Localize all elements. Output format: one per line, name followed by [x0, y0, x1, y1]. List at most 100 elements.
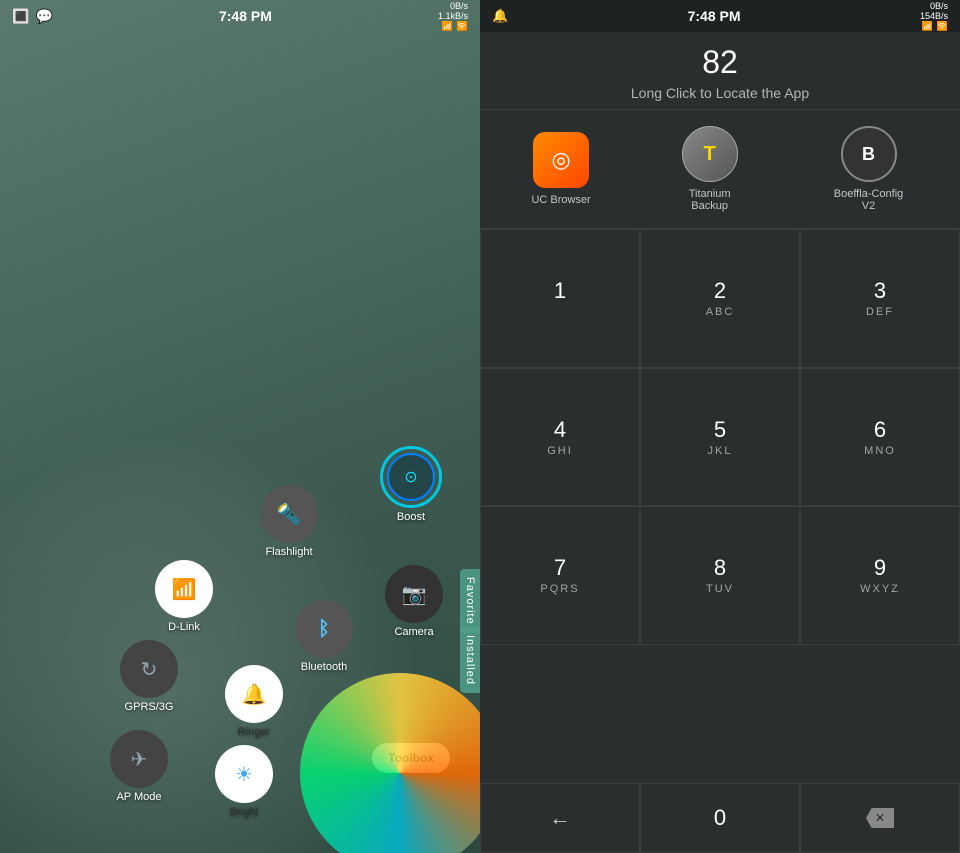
- dlink-label: D-Link: [168, 621, 200, 633]
- brightness-symbol: [235, 761, 253, 787]
- key-8-number: 8: [714, 555, 726, 581]
- ringer-symbol: [242, 681, 267, 707]
- boost-symbol: ⊙: [404, 467, 417, 487]
- dialpad-grid: 1 2 ABC 3 DEF 4 GHI 5 JKL 6 MNO: [480, 229, 960, 783]
- status-bar-left: 🔳 💬 7:48 PM 0B/s 1.1kB/s 📶 🛜: [0, 0, 480, 32]
- download-speed-left: 1.1kB/s: [438, 11, 468, 21]
- key-1-letters: [557, 306, 562, 318]
- tab-installed[interactable]: Installed: [460, 627, 480, 693]
- signal-right: 📶: [922, 21, 933, 32]
- uc-browser-icon: ◎: [533, 132, 589, 188]
- key-9[interactable]: 9 WXYZ: [800, 506, 960, 645]
- boost-label: Boost: [397, 511, 425, 523]
- key-8-letters: TUV: [706, 583, 734, 595]
- boeffla-icon: B: [841, 126, 897, 182]
- key-3[interactable]: 3 DEF: [800, 229, 960, 368]
- key-3-letters: DEF: [866, 306, 894, 318]
- menu-item-boost[interactable]: ⊙ Boost: [380, 446, 442, 523]
- flashlight-icon: [260, 485, 318, 543]
- key-1-number: 1: [554, 278, 566, 304]
- titanium-symbol: T: [704, 143, 716, 166]
- key-2[interactable]: 2 ABC: [640, 229, 800, 368]
- key-7-number: 7: [554, 555, 566, 581]
- uc-browser-label: UC Browser: [531, 194, 590, 206]
- camera-symbol: [402, 581, 427, 607]
- upload-speed-right: 0B/s: [930, 1, 948, 11]
- dialpad-section: 1 2 ABC 3 DEF 4 GHI 5 JKL 6 MNO: [480, 229, 960, 853]
- menu-item-bright[interactable]: Bright: [215, 745, 273, 818]
- ringer-icon: [225, 665, 283, 723]
- key-5[interactable]: 5 JKL: [640, 368, 800, 507]
- key-8[interactable]: 8 TUV: [640, 506, 800, 645]
- flashlight-symbol: [277, 501, 302, 527]
- bright-icon: [215, 745, 273, 803]
- time-left: 7:48 PM: [219, 8, 272, 24]
- key-2-number: 2: [714, 278, 726, 304]
- notification-icon: 🔔: [492, 8, 508, 24]
- key-0-number: 0: [714, 805, 726, 831]
- key-back[interactable]: ←: [480, 783, 640, 853]
- key-1[interactable]: 1: [480, 229, 640, 368]
- ringer-label: Ringer: [238, 726, 270, 738]
- key-6[interactable]: 6 MNO: [800, 368, 960, 507]
- key-4[interactable]: 4 GHI: [480, 368, 640, 507]
- key-7-letters: PQRS: [540, 583, 579, 595]
- app-titanium-backup[interactable]: T Titanium Backup: [670, 126, 750, 212]
- left-panel: 🔳 💬 7:48 PM 0B/s 1.1kB/s 📶 🛜 D-Link: [0, 0, 480, 853]
- back-arrow-icon: ←: [549, 805, 571, 831]
- apmode-label: AP Mode: [116, 791, 161, 803]
- key-4-number: 4: [554, 417, 566, 443]
- boeffla-label: Boeffla-Config V2: [829, 188, 909, 212]
- signal-icons-right: 📶 🛜: [922, 21, 948, 32]
- bluetooth-label: Bluetooth: [301, 661, 347, 673]
- key-0[interactable]: 0: [640, 783, 800, 853]
- bluetooth-icon: ᛒ: [295, 600, 353, 658]
- uc-symbol: ◎: [551, 147, 570, 173]
- key-7[interactable]: 7 PQRS: [480, 506, 640, 645]
- wifi-status-icon: 🛜: [457, 21, 468, 32]
- menu-item-bluetooth[interactable]: ᛒ Bluetooth: [295, 600, 353, 673]
- gprs-label: GPRS/3G: [125, 701, 174, 713]
- signal-icon: 📶: [442, 21, 453, 32]
- gprs-icon: ↻: [120, 640, 178, 698]
- app-uc-browser[interactable]: ◎ UC Browser: [531, 132, 590, 206]
- camera-label: Camera: [394, 626, 433, 638]
- key-2-letters: ABC: [706, 306, 735, 318]
- menu-item-camera[interactable]: Camera: [385, 565, 443, 638]
- app-boeffla[interactable]: B Boeffla-Config V2: [829, 126, 909, 212]
- menu-item-apmode[interactable]: AP Mode: [110, 730, 168, 803]
- signal-icons-left: 📶 🛜: [442, 21, 468, 32]
- right-panel: 🔔 7:48 PM 0B/s 154B/s 📶 🛜 82 Long Click …: [480, 0, 960, 853]
- camera-icon: [385, 565, 443, 623]
- dlink-icon: [155, 560, 213, 618]
- key-delete[interactable]: ✕: [800, 783, 960, 853]
- boost-inner: ⊙: [387, 453, 435, 501]
- apmode-icon: [110, 730, 168, 788]
- key-5-letters: JKL: [708, 445, 733, 457]
- menu-item-dlink[interactable]: D-Link: [155, 560, 213, 633]
- network-info-right: 0B/s 154B/s 📶 🛜: [920, 1, 948, 32]
- menu-item-flashlight[interactable]: Flashlight: [260, 485, 318, 558]
- app-icons-row: ◎ UC Browser T Titanium Backup B Boeffla…: [480, 110, 960, 229]
- download-speed-right: 154B/s: [920, 11, 948, 21]
- key-5-number: 5: [714, 417, 726, 443]
- titanium-label: Titanium Backup: [670, 188, 750, 212]
- key-3-number: 3: [874, 278, 886, 304]
- delete-icon: ✕: [866, 808, 894, 828]
- tab-favorite[interactable]: Favorite: [460, 569, 480, 633]
- key-9-number: 9: [874, 555, 886, 581]
- gprs-symbol: ↻: [141, 657, 158, 682]
- flashlight-label: Flashlight: [265, 546, 312, 558]
- app-search-section: 82 Long Click to Locate the App: [480, 32, 960, 110]
- key-6-number: 6: [874, 417, 886, 443]
- key-9-letters: WXYZ: [860, 583, 900, 595]
- app-instruction: Long Click to Locate the App: [496, 85, 944, 101]
- app-icon-1: 🔳: [12, 8, 29, 25]
- menu-item-ringer[interactable]: Ringer: [225, 665, 283, 738]
- network-info-left: 0B/s 1.1kB/s 📶 🛜: [438, 1, 468, 32]
- wifi-right: 🛜: [937, 21, 948, 32]
- wifi-symbol: [172, 576, 197, 602]
- menu-item-gprs[interactable]: ↻ GPRS/3G: [120, 640, 178, 713]
- upload-speed-left: 0B/s: [450, 1, 468, 11]
- bright-label: Bright: [230, 806, 259, 818]
